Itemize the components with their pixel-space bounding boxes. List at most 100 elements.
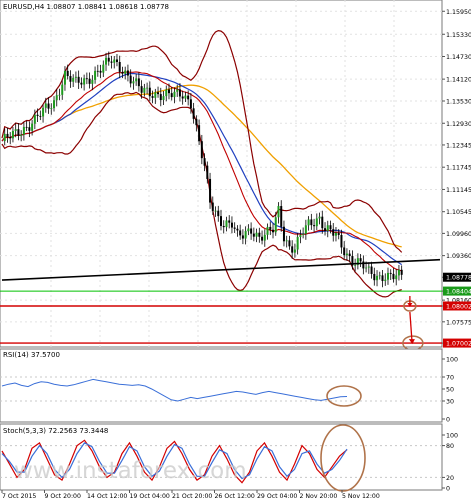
candle-body [263,234,266,241]
time-tick-label: 21 Oct 20:00 [172,493,212,500]
candle-body [261,236,264,241]
candle-body [274,217,277,233]
candle-body [77,76,80,83]
candle-body [318,216,321,219]
rsi-tick-label: 100 [446,357,458,364]
candle-body [258,232,261,237]
candle-body [255,232,258,237]
candle-body [324,228,327,231]
candle-body [28,127,31,131]
candle-body [280,206,283,227]
candle-body [384,279,387,282]
candle-body [61,84,64,95]
rsi-label: RSI(14) 37.5700 [3,351,60,359]
candle-body [211,202,214,211]
candle-body [124,70,127,74]
candle-body [228,220,231,223]
price-tick-label: 1.14120 [446,77,471,84]
price-tick-label: 1.13530 [446,99,471,106]
candle-body [154,92,157,98]
candle-body [293,249,296,253]
candle-body [373,273,376,281]
price-tick-label: 1.12930 [446,121,471,128]
candle-body [189,99,192,109]
candle-body [334,232,337,236]
candle-body [33,114,36,124]
candle-body [395,275,398,280]
candle-body [239,230,242,236]
candle-body [389,272,392,274]
candle-body [55,95,58,101]
candle-body [44,103,47,108]
price-tick-label: 1.15330 [446,32,471,39]
candle-body [250,228,253,234]
rsi-tick-label: 0 [446,417,450,424]
stoch-panel: Stoch(5,3,3) 72.2563 73.3448 100 80 20 0 ww… [0,423,458,493]
candle-body [72,77,75,82]
candle-body [222,225,225,228]
candle-body [365,267,368,269]
candle-body [140,86,143,93]
candle-body [214,210,217,212]
candle-body [307,219,310,226]
time-tick-label: 5 Nov 12:00 [342,493,380,500]
candle-body [132,81,135,84]
candle-body [345,253,348,256]
candle-body [118,61,121,72]
candle-body [302,233,305,235]
time-tick-label: 29 Oct 04:00 [257,493,297,500]
candle-body [313,225,316,227]
candle-body [378,275,381,277]
candle-body [200,141,203,159]
candle-body [47,103,50,109]
candle-body [17,129,20,136]
price-tick-label: 1.11145 [446,187,471,194]
candle-body [184,95,187,99]
time-tick-label: 26 Oct 12:00 [215,493,255,500]
candle-body [63,70,66,85]
candle-body [310,219,313,226]
candle-body [9,137,12,139]
candle-body [36,114,39,116]
candle-body [397,269,400,276]
candle-body [192,108,195,119]
candle-body [400,269,403,275]
candle-body [14,129,17,131]
candle-body [25,126,28,128]
candle-body [135,78,138,82]
candle-body [6,133,9,138]
candle-body [321,216,324,229]
symbol-header: EURUSD,H4 1.08807 1.08841 1.08618 1.0877… [3,3,169,11]
price-tick-label: 1.07575 [446,319,471,326]
candle-body [3,133,6,142]
candle-body [80,82,83,85]
price-tick-label: 1.10545 [446,209,471,216]
candle-body [291,246,294,253]
candle-body [22,126,25,135]
candle-body [113,59,116,63]
stoch-label: Stoch(5,3,3) 72.2563 73.3448 [3,427,108,435]
candle-body [230,222,233,228]
candle-body [315,218,318,227]
candle-body [376,275,379,281]
candle-body [198,125,201,142]
candle-body [39,115,42,117]
candle-body [241,235,244,239]
candle-body [343,247,346,256]
candle-body [146,87,149,89]
candle-body [187,95,190,100]
candle-body [99,70,102,73]
candle-body [367,266,370,268]
candle-body [96,70,99,72]
candle-body [107,57,110,62]
price-tick-label: 1.08778 [446,275,471,282]
price-tick-label: 1.07002 [446,341,471,348]
price-tick-label: 1.15950 [446,9,471,16]
candle-body [233,227,236,229]
candle-body [337,232,340,235]
candle-body [143,87,146,93]
candle-body [162,96,165,101]
candle-body [170,93,173,98]
candle-body [85,78,88,80]
rsi-panel: RSI(14) 37.5700 100 70 50 30 0 [0,348,458,424]
